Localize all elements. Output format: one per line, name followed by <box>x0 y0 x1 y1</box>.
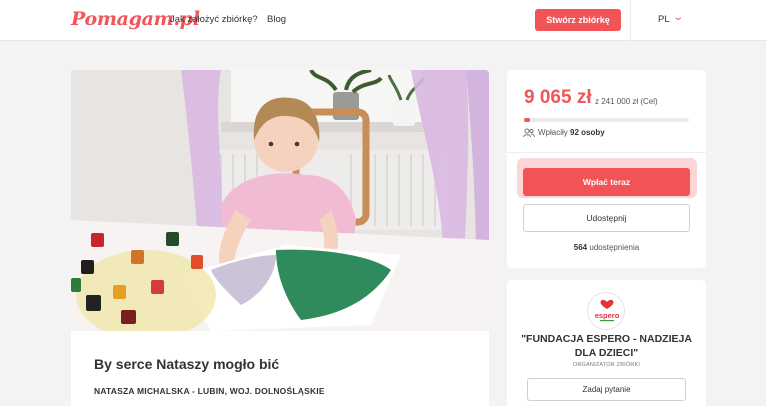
fundraiser-photo <box>71 70 489 331</box>
organizer-name[interactable]: "FUNDACJA ESPERO - NADZIEJA DLA DZIECI" <box>521 332 692 360</box>
raised-amount: 9 065 zł <box>524 87 592 108</box>
shares-label: udostępnienia <box>589 243 640 252</box>
donation-card: 9 065 zł z 241 000 zł (Cel) Wpłaciły 92 … <box>507 70 706 268</box>
top-navbar: Pomagam.pl Jak założyć zbiórkę? Blog Stw… <box>0 0 766 41</box>
goal-amount: z 241 000 zł (Cel) <box>595 97 658 106</box>
pay-now-button[interactable]: Wpłać teraz <box>523 168 690 196</box>
progress-bar <box>524 118 689 122</box>
card-divider <box>507 152 706 153</box>
progress-fill <box>524 118 531 122</box>
organizer-role: ORGANIZATOR ZBIÓRKI <box>572 362 641 368</box>
header-divider <box>630 0 631 41</box>
people-icon <box>523 128 535 138</box>
ask-question-button[interactable]: Zadaj pytanie <box>527 378 686 401</box>
shares-number: 564 <box>573 243 588 252</box>
nav-link-blog[interactable]: Blog <box>267 14 286 25</box>
donors-count: Wpłaciły 92 osoby <box>538 128 605 137</box>
fundraiser-info: By serce Nataszy mogło bić NATASZA MICHA… <box>71 331 489 406</box>
organizer-logo-text: espero <box>595 311 620 320</box>
fundraiser-location: NATASZA MICHALSKA - LUBIN, WOJ. DOLNOŚLĄ… <box>94 386 325 396</box>
share-button[interactable]: Udostępnij <box>523 204 690 232</box>
organizer-card: espero "FUNDACJA ESPERO - NADZIEJA DLA D… <box>507 280 706 406</box>
create-fundraiser-button[interactable]: Stwórz zbiórkę <box>535 9 621 31</box>
donors-label: Wpłaciły <box>538 128 568 137</box>
chevron-down-icon[interactable]: ⌄ <box>672 12 684 23</box>
nav-link-how-to[interactable]: Jak założyć zbiórkę? <box>170 14 258 25</box>
fundraiser-title: By serce Nataszy mogło bić <box>94 356 280 372</box>
shares-count: 564 udostępnienia <box>507 243 706 252</box>
organizer-logo[interactable]: espero <box>587 292 625 330</box>
donors-number: 92 osoby <box>570 128 605 137</box>
language-selector[interactable]: PL <box>658 14 670 25</box>
